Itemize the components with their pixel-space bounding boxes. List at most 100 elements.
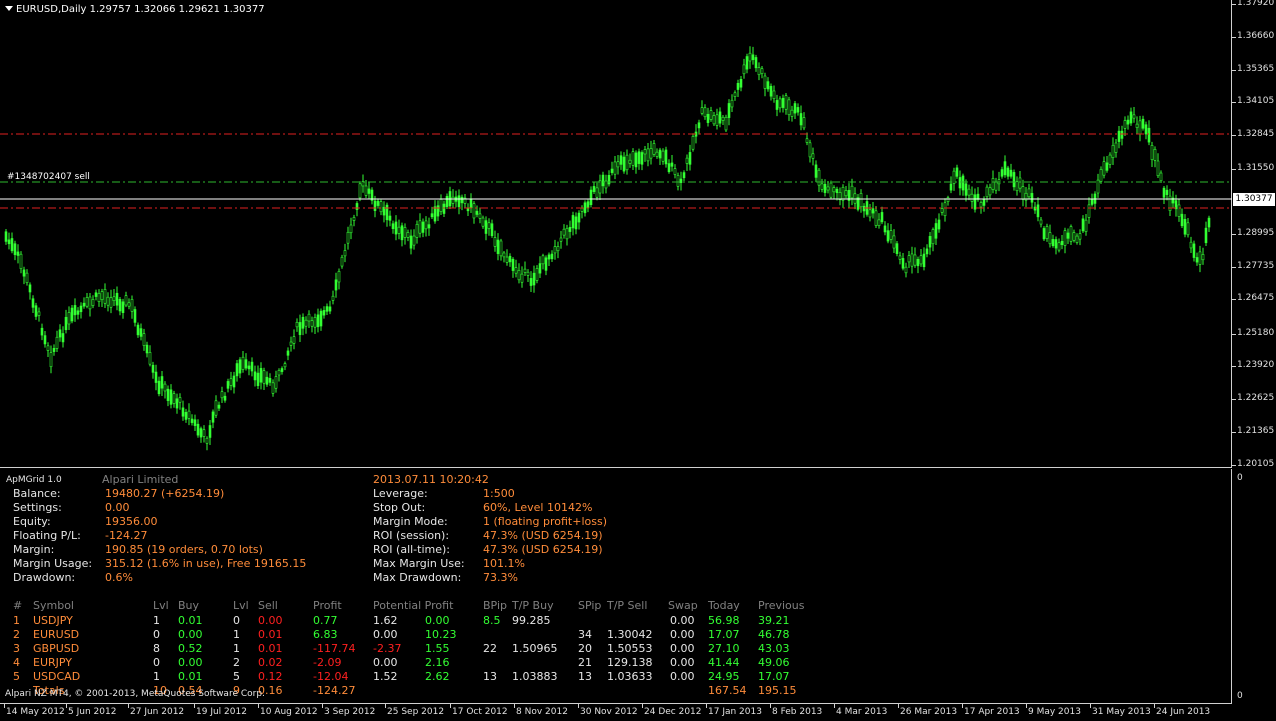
price-tick — [1232, 465, 1236, 466]
price-label: 1.37920 — [1237, 0, 1275, 8]
table-cell: 1.52 — [373, 670, 398, 683]
table-cell: 0.00 — [670, 670, 695, 683]
table-cell: 0.00 — [258, 614, 283, 627]
table-cell: 0.01 — [258, 628, 283, 641]
table-cell: -2.37 — [373, 642, 402, 655]
table-cell: 0.00 — [670, 628, 695, 641]
price-tick — [1232, 234, 1236, 235]
table-cell: 0.00 — [670, 642, 695, 655]
stat-label: Balance: — [13, 487, 61, 500]
table-header: T/P Buy — [512, 599, 554, 612]
broker-name: Alpari Limited — [102, 473, 179, 486]
table-cell: 41.44 — [708, 656, 740, 669]
time-tick — [66, 704, 67, 708]
price-label: 1.23920 — [1237, 360, 1275, 370]
price-label: 1.27735 — [1237, 261, 1275, 271]
stat-value: 73.3% — [483, 571, 518, 584]
price-label: 1.25180 — [1237, 328, 1275, 338]
time-label: 17 Oct 2012 — [452, 707, 508, 717]
table-cell: 24.95 — [708, 670, 740, 683]
price-label: 1.34105 — [1237, 96, 1275, 106]
table-cell: 0.01 — [178, 670, 203, 683]
price-label: 1.32845 — [1237, 129, 1275, 139]
price-tick — [1232, 299, 1236, 300]
time-label: 5 Jun 2012 — [68, 707, 117, 717]
time-label: 27 Jun 2012 — [130, 707, 185, 717]
stat-label: Max Margin Use: — [373, 557, 465, 570]
table-cell: 1 — [233, 628, 240, 641]
time-tick — [770, 704, 771, 708]
table-cell: 0.00 — [670, 656, 695, 669]
table-header: Buy — [178, 599, 200, 612]
time-tick — [834, 704, 835, 708]
price-label: 1.28995 — [1237, 228, 1275, 238]
table-cell: 34 — [578, 628, 592, 641]
stat-label: ROI (all-time): — [373, 543, 451, 556]
time-label: 30 Nov 2012 — [580, 707, 638, 717]
time-tick — [962, 704, 963, 708]
price-tick — [1232, 4, 1236, 5]
time-label: 24 Jun 2013 — [1156, 707, 1211, 717]
table-cell: 13 — [483, 670, 497, 683]
time-tick — [898, 704, 899, 708]
table-cell: 21 — [578, 656, 592, 669]
stat-label: Leverage: — [373, 487, 428, 500]
table-cell: GBPUSD — [33, 642, 80, 655]
time-tick — [450, 704, 451, 708]
table-cell: 0.01 — [178, 614, 203, 627]
table-cell: 1 — [153, 614, 160, 627]
stat-label: Stop Out: — [373, 501, 426, 514]
time-tick — [1090, 704, 1091, 708]
table-cell: 0 — [153, 628, 160, 641]
stat-value: 47.3% (USD 6254.19) — [483, 543, 603, 556]
time-tick — [1154, 704, 1155, 708]
table-cell: 6.83 — [313, 628, 338, 641]
stat-value: 19480.27 (+6254.19) — [105, 487, 225, 500]
time-axis[interactable] — [0, 704, 1276, 721]
stat-value: 19356.00 — [105, 515, 158, 528]
stat-label: Max Drawdown: — [373, 571, 462, 584]
table-cell: 27.10 — [708, 642, 740, 655]
table-cell: 0.00 — [670, 614, 695, 627]
time-tick — [514, 704, 515, 708]
time-label: 8 Nov 2012 — [516, 707, 568, 717]
table-cell: 13 — [578, 670, 592, 683]
table-cell: 1.55 — [425, 642, 450, 655]
price-label: 1.22625 — [1237, 393, 1275, 403]
time-tick — [578, 704, 579, 708]
stat-value: 315.12 (1.6% in use), Free 19165.15 — [105, 557, 307, 570]
table-cell: 1.62 — [373, 614, 398, 627]
table-cell: 20 — [578, 642, 592, 655]
table-header: Swap — [668, 599, 698, 612]
stat-label: Equity: — [13, 515, 51, 528]
table-cell: 1 — [153, 670, 160, 683]
table-header: T/P Sell — [607, 599, 648, 612]
table-cell: 4 — [13, 656, 20, 669]
table-cell: EURJPY — [33, 656, 72, 669]
totals-today: 167.54 — [708, 684, 747, 697]
stat-label: ROI (session): — [373, 529, 450, 542]
stat-value: 190.85 (19 orders, 0.70 lots) — [105, 543, 263, 556]
time-tick — [322, 704, 323, 708]
stat-value: 101.1% — [483, 557, 525, 570]
table-header: Previous — [758, 599, 805, 612]
time-label: 26 Mar 2013 — [900, 707, 958, 717]
price-tick — [1232, 399, 1236, 400]
stat-value: 0.00 — [105, 501, 130, 514]
stat-label: Settings: — [13, 501, 62, 514]
table-cell: 1.50965 — [512, 642, 558, 655]
stat-label: Margin Mode: — [373, 515, 448, 528]
table-cell: 5 — [233, 670, 240, 683]
table-cell: 0.77 — [313, 614, 338, 627]
table-cell: 0.00 — [178, 628, 203, 641]
indicator-name: ApMGrid 1.0 — [6, 475, 62, 485]
table-cell: 99.285 — [512, 614, 551, 627]
table-header: Potential Profit — [373, 599, 454, 612]
time-tick — [258, 704, 259, 708]
table-header: # — [13, 599, 23, 612]
table-cell: 0.00 — [373, 656, 398, 669]
table-cell: 129.138 — [607, 656, 653, 669]
stat-value: -124.27 — [105, 529, 148, 542]
table-header: BPip — [483, 599, 507, 612]
stat-label: Margin: — [13, 543, 55, 556]
